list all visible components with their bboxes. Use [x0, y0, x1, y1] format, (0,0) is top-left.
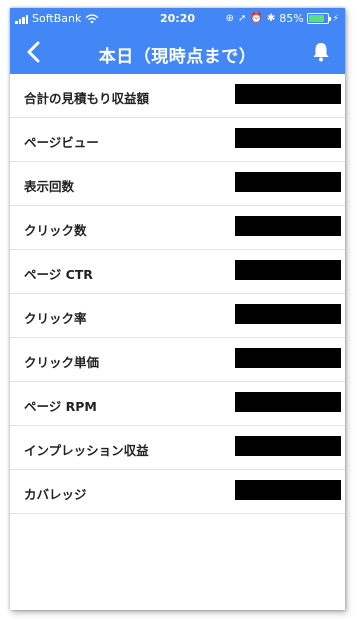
metric-row-page-rpm[interactable]: ページ RPM — [10, 382, 345, 426]
metric-label: インプレッション収益 — [24, 443, 149, 458]
page-title: 本日（現時点まで） — [98, 47, 257, 67]
metric-row-clicks[interactable]: クリック数 — [10, 206, 345, 250]
metric-label: 合計の見積もり収益額 — [24, 91, 150, 106]
metric-row-estimated-earnings[interactable]: 合計の見積もり収益額 — [10, 74, 345, 118]
metric-row-page-views[interactable]: ページビュー — [10, 118, 345, 162]
metric-label: クリック率 — [24, 311, 87, 326]
metric-row-impression-revenue[interactable]: インプレッション収益 — [10, 426, 345, 470]
redacted-value — [235, 348, 341, 368]
metric-row-cpc[interactable]: クリック単価 — [10, 338, 345, 382]
navigation-bar: 本日（現時点まで） — [10, 30, 345, 74]
app-frame: SoftBank 20:20 ⊕ ➚ ⏰ ✱ 85% ⚡ 本日（現時点まで） 合… — [10, 8, 345, 610]
metric-row-click-rate[interactable]: クリック率 — [10, 294, 345, 338]
redacted-value — [235, 128, 341, 148]
redacted-value — [235, 436, 341, 456]
redacted-value — [235, 304, 341, 324]
battery-icon — [306, 13, 331, 24]
redacted-value — [235, 480, 341, 500]
status-right: ⊕ ➚ ⏰ ✱ 85% ⚡ — [226, 12, 339, 25]
status-bar: SoftBank 20:20 ⊕ ➚ ⏰ ✱ 85% ⚡ — [10, 8, 345, 30]
metric-label: クリック数 — [24, 223, 87, 238]
redacted-value — [235, 216, 341, 236]
metric-label: クリック単価 — [24, 355, 100, 370]
battery-percent: 85% — [279, 12, 304, 25]
metrics-list: 合計の見積もり収益額 ページビュー 表示回数 クリック数 ページ CTR クリッ… — [10, 74, 345, 514]
metric-label: ページ CTR — [24, 267, 93, 282]
location-icon: ➚ — [237, 13, 247, 24]
redacted-value — [235, 84, 341, 104]
orientation-lock-icon: ⊕ — [225, 13, 234, 24]
redacted-value — [235, 392, 341, 412]
battery-level-fill — [308, 15, 324, 22]
metric-label: カバレッジ — [24, 487, 87, 502]
bell-icon[interactable] — [311, 41, 331, 63]
bluetooth-icon: ✱ — [266, 13, 276, 24]
metric-row-page-ctr[interactable]: ページ CTR — [10, 250, 345, 294]
redacted-value — [235, 172, 341, 192]
charging-icon: ⚡ — [332, 13, 339, 24]
redacted-value — [235, 260, 341, 280]
metric-row-impressions[interactable]: 表示回数 — [10, 162, 345, 206]
alarm-icon: ⏰ — [250, 13, 263, 24]
metric-label: 表示回数 — [24, 179, 75, 194]
metric-row-coverage[interactable]: カバレッジ — [10, 470, 345, 514]
metric-label: ページ RPM — [24, 399, 97, 414]
metric-label: ページビュー — [24, 135, 99, 150]
